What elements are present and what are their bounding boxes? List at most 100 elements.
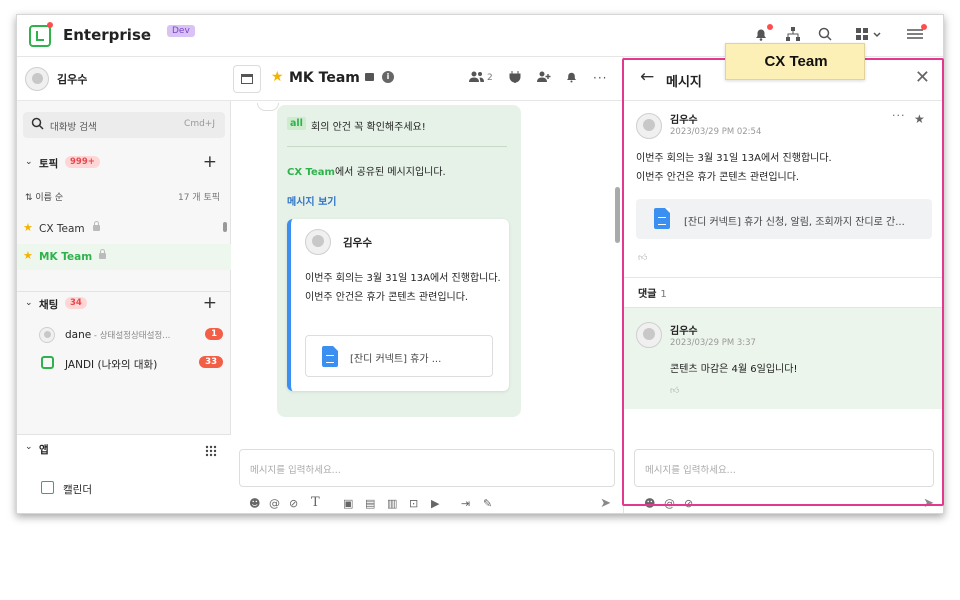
app-grid-icon[interactable] <box>205 445 217 460</box>
sort-icon: ⇅ <box>25 193 36 203</box>
attach-icon[interactable]: ⊘ <box>684 497 693 510</box>
message-divider <box>287 146 507 147</box>
callout-label: CX Team <box>725 43 865 80</box>
more-options-icon[interactable]: ··· <box>593 71 607 85</box>
app-window: Enterprise ⌄ Dev 김우수 대화방 검색 Cmd+J ⌄ 토픽 9… <box>16 14 944 514</box>
screen-capture-icon[interactable]: ⊡ <box>409 497 418 510</box>
members-icon[interactable] <box>469 71 485 86</box>
chevron-down-icon[interactable]: ⌄ <box>141 29 149 40</box>
lock-icon <box>99 249 106 259</box>
file-attachment[interactable]: [잔디 커넥트] 휴가 신청, 알림, 조회까지 잔디로 간... <box>636 199 932 239</box>
like-icon[interactable]: 👍︎ <box>638 253 647 263</box>
chevron-down-icon[interactable]: ⌄ <box>25 442 33 452</box>
input-placeholder: 메시지를 입력하세요... <box>645 465 736 476</box>
integration-icon[interactable] <box>509 71 521 86</box>
sort-selector[interactable]: ⇅ 이름 순 <box>25 190 63 203</box>
back-arrow-icon[interactable]: ← <box>640 67 654 87</box>
comment-toolbar: ☻ @ ⊘ ➤ <box>624 496 943 513</box>
notification-bell-icon[interactable] <box>565 71 578 86</box>
comment-input[interactable]: 메시지를 입력하세요... <box>634 449 934 487</box>
chat-item-jandi[interactable]: JANDI (나와의 대화) 33 <box>17 349 231 377</box>
send-icon[interactable]: ➤ <box>600 496 611 511</box>
topics-count-badge: 999+ <box>65 156 100 168</box>
avatar <box>25 67 49 91</box>
message-scrollbar[interactable] <box>615 187 620 243</box>
quote-line-1: 이번주 회의는 3월 31일 13A에서 진행합니다. <box>305 273 501 284</box>
message-input[interactable]: 메시지를 입력하세요... <box>239 449 615 487</box>
post-line-2: 이번주 안건은 휴가 콘텐츠 관련입니다. <box>636 172 800 183</box>
user-name: 김우수 <box>57 73 88 86</box>
todo-icon[interactable]: ▣ <box>343 497 353 510</box>
chat-status: - 상태설정상태설정... <box>91 331 171 341</box>
mention-icon[interactable]: @ <box>664 497 675 510</box>
post-body: 이번주 회의는 3월 31일 13A에서 진행합니다. 이번주 안건은 휴가 콘… <box>636 149 936 187</box>
topic-label: CX Team <box>39 223 85 235</box>
poll-icon[interactable]: ▤ <box>365 497 375 510</box>
thread-divider <box>624 277 943 278</box>
shared-message-card[interactable]: 김우수 이번주 회의는 3월 31일 13A에서 진행합니다. 이번주 안건은 … <box>287 219 509 391</box>
chats-count-badge: 34 <box>65 297 87 309</box>
more-options-icon[interactable]: ··· <box>892 109 906 122</box>
star-icon[interactable]: ★ <box>23 249 33 262</box>
quote-body: 이번주 회의는 3월 31일 13A에서 진행합니다. 이번주 안건은 휴가 콘… <box>305 269 505 307</box>
chats-section-header[interactable]: ⌄ 채팅 34 + <box>17 291 231 315</box>
shared-topic-link[interactable]: CX Team <box>287 167 335 178</box>
menu-icon[interactable] <box>905 24 927 46</box>
info-icon[interactable]: i <box>382 71 394 83</box>
sidebar-item-mk-team[interactable]: ★ MK Team <box>17 244 231 270</box>
topic-view: ★ MK Team i 2 ··· all 회의 안건 꼭 확인해주세요! CX… <box>231 57 623 513</box>
star-icon[interactable]: ★ <box>271 69 284 85</box>
calendar-icon[interactable] <box>41 481 54 494</box>
workspace-name[interactable]: Enterprise <box>63 26 151 44</box>
panel-toggle-button[interactable] <box>233 65 261 93</box>
comment-item[interactable]: 김우수 2023/03/29 PM 3:37 콘텐츠 마감은 4월 6일입니다!… <box>624 307 943 409</box>
chevron-down-icon[interactable]: ⌄ <box>25 157 33 167</box>
view-message-link[interactable]: 메시지 보기 <box>287 193 336 208</box>
topic-header: ★ MK Team i 2 ··· <box>231 57 623 101</box>
input-placeholder: 메시지를 입력하세요... <box>250 465 341 476</box>
message-text: 회의 안건 꼭 확인해주세요! <box>311 122 426 133</box>
mention-icon[interactable]: @ <box>269 497 280 510</box>
share-icon[interactable]: ⇥ <box>461 497 470 510</box>
comments-count: 1 <box>660 289 667 300</box>
add-topic-button[interactable]: + <box>203 152 217 172</box>
post-time: 2023/03/29 PM 02:54 <box>670 127 762 137</box>
chat-item-dane[interactable]: dane - 상태설정상태설정... 1 <box>17 321 231 349</box>
file-attachment[interactable]: [잔디 커넥트] 휴가 ... <box>305 335 493 377</box>
edit-icon[interactable]: ✎ <box>483 497 492 510</box>
like-icon[interactable]: 👍︎ <box>670 386 679 396</box>
invite-member-icon[interactable] <box>537 71 551 86</box>
text-format-icon[interactable]: T <box>311 495 320 510</box>
chats-label: 채팅 <box>39 299 59 311</box>
emoji-icon[interactable]: ☻ <box>644 497 655 510</box>
unread-badge: 33 <box>199 356 223 368</box>
member-count: 2 <box>487 73 493 83</box>
avatar <box>305 229 331 255</box>
video-icon[interactable]: ▶ <box>431 497 439 510</box>
current-user[interactable]: 김우수 <box>17 57 231 101</box>
app-item-calendar[interactable]: 캘린더 <box>63 482 92 497</box>
post-line-1: 이번주 회의는 3월 31일 13A에서 진행합니다. <box>636 153 832 164</box>
star-icon[interactable]: ★ <box>914 112 925 126</box>
lock-icon <box>93 221 100 231</box>
mention-all[interactable]: all <box>287 117 306 130</box>
star-icon[interactable]: ★ <box>23 221 33 234</box>
shared-suffix: 에서 공유된 메시지입니다. <box>334 167 446 178</box>
emoji-icon[interactable]: ☻ <box>249 497 260 510</box>
send-icon[interactable]: ➤ <box>923 496 934 511</box>
search-icon <box>31 117 44 134</box>
file-name: [잔디 커넥트] 휴가 ... <box>350 354 442 365</box>
schedule-icon[interactable]: ▥ <box>387 497 397 510</box>
jandi-logo-icon[interactable] <box>29 22 53 47</box>
close-icon[interactable]: ✕ <box>915 67 930 88</box>
add-chat-button[interactable]: + <box>203 293 217 313</box>
sidebar-item-cx-team[interactable]: ★ CX Team <box>17 216 231 242</box>
chevron-down-icon[interactable]: ⌄ <box>25 298 33 308</box>
room-search-input[interactable]: 대화방 검색 Cmd+J <box>23 112 225 138</box>
topics-section-header[interactable]: ⌄ 토픽 999+ + <box>17 151 231 175</box>
quote-line-2: 이번주 안건은 휴가 콘텐츠 관련입니다. <box>305 292 469 303</box>
message-bubble[interactable]: all 회의 안건 꼭 확인해주세요! CX Team에서 공유된 메시지입니다… <box>277 105 521 417</box>
comments-header: 댓글 1 <box>638 285 667 300</box>
comments-label: 댓글 <box>638 289 657 300</box>
attach-icon[interactable]: ⊘ <box>289 497 298 510</box>
